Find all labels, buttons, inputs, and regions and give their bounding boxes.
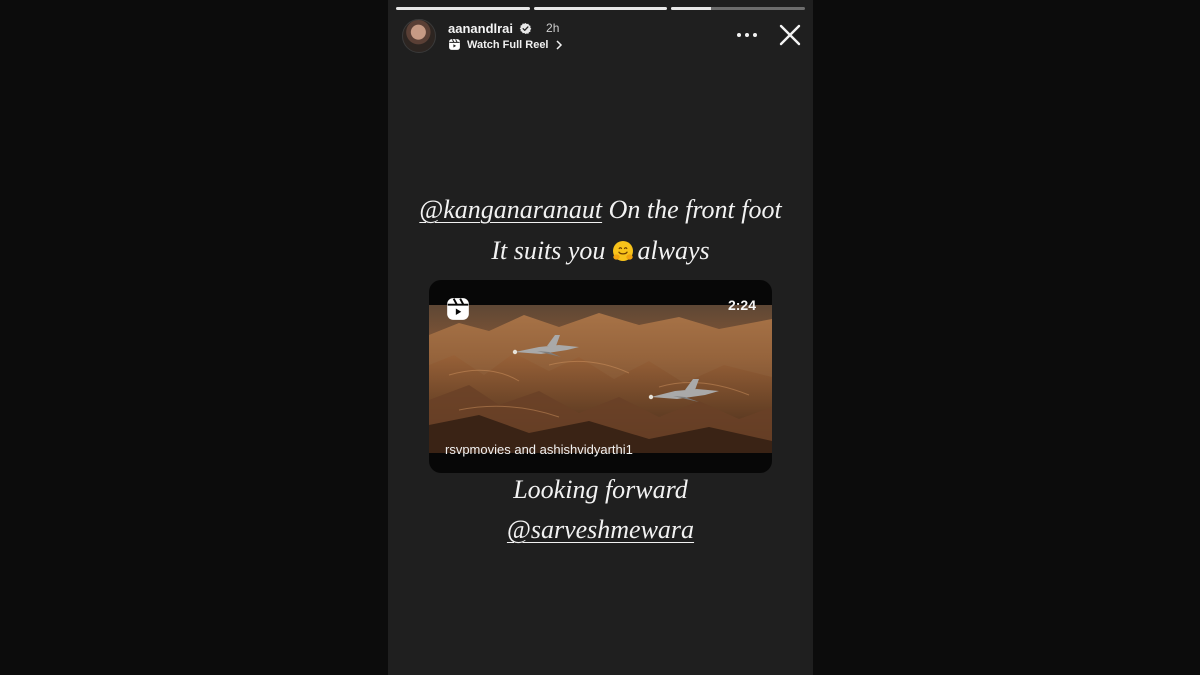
reel-duration: 2:24	[727, 297, 756, 313]
story-header: aanandlrai 2h Watch Full Reel	[402, 18, 803, 54]
progress-segment-2	[533, 7, 668, 10]
watch-full-reel-label: Watch Full Reel	[467, 38, 549, 51]
caption-text: On the front foot	[602, 195, 782, 224]
progress-fill	[396, 7, 530, 10]
reel-icon	[447, 298, 469, 320]
progress-segment-1	[396, 7, 530, 10]
mention-kanganaranaut[interactable]: @kanganaranaut	[419, 195, 602, 224]
username[interactable]: aanandlrai	[448, 21, 513, 36]
shared-reel-card[interactable]: 2:24 rsvpmovies and ashishvidyarthi1	[429, 280, 772, 473]
username-row: aanandlrai 2h	[448, 20, 559, 36]
progress-fill	[671, 7, 712, 10]
story-viewer[interactable]: aanandlrai 2h Watch Full Reel @kanganara…	[388, 0, 813, 675]
chevron-right-icon	[555, 39, 562, 50]
screen: aanandlrai 2h Watch Full Reel @kanganara…	[0, 0, 1200, 675]
reel-thumbnail	[429, 305, 772, 453]
post-time: 2h	[546, 21, 560, 35]
progress-segment-3	[671, 7, 806, 10]
verified-badge-icon	[519, 22, 532, 34]
progress-fill	[533, 7, 668, 10]
story-progress-bar	[396, 7, 806, 10]
caption-line-2: It suits you always	[388, 231, 813, 271]
hugging-face-emoji-icon	[613, 241, 634, 261]
caption-line-4: @sarveshmewara	[388, 510, 813, 550]
caption-text: always	[637, 236, 710, 265]
caption-line-1: @kanganaranaut On the front foot	[388, 190, 813, 230]
mention-sarveshmewara[interactable]: @sarveshmewara	[507, 515, 694, 544]
caption-text: It suits you	[491, 236, 606, 265]
watch-full-reel-link[interactable]: Watch Full Reel	[448, 38, 563, 51]
reel-icon	[449, 39, 460, 50]
avatar[interactable]	[402, 19, 436, 53]
more-options-icon[interactable]	[735, 28, 759, 42]
reel-credit: rsvpmovies and ashishvidyarthi1	[445, 442, 633, 457]
close-icon[interactable]	[777, 22, 803, 48]
caption-line-3: Looking forward	[388, 470, 813, 510]
caption-text: Looking forward	[513, 475, 688, 504]
